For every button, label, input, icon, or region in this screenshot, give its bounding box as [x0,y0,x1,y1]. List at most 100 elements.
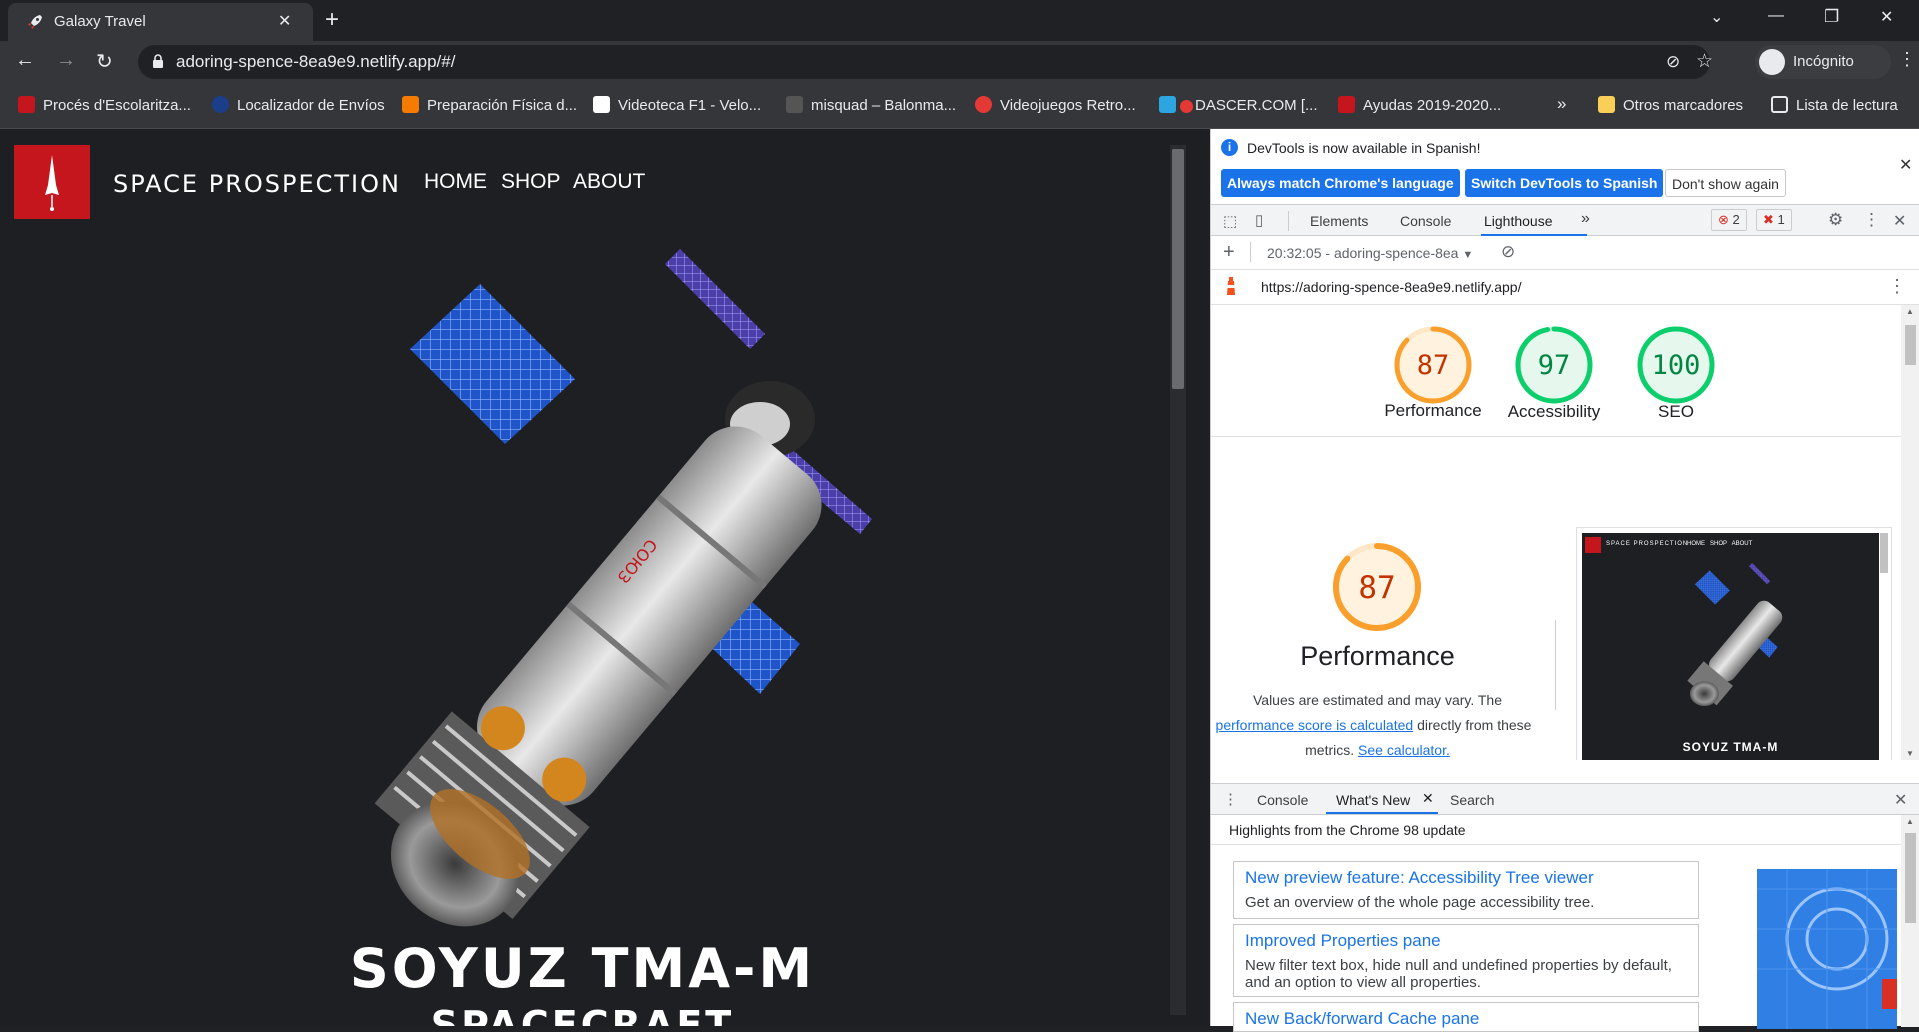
close-devtools-icon[interactable]: ✕ [1893,211,1906,231]
new-report-icon[interactable]: + [1223,241,1235,264]
drawer-menu-icon[interactable]: ⋮ [1223,790,1238,808]
drawer-tab-search[interactable]: Search [1450,792,1494,808]
bookmark-item[interactable]: DASCER.COM [... [1159,96,1318,116]
score-gauge-seo[interactable]: 100 [1636,325,1716,405]
settings-gear-icon[interactable]: ⚙ [1828,210,1843,230]
whats-new-item-title[interactable]: New preview feature: Accessibility Tree … [1245,868,1594,888]
more-bookmarks-icon[interactable]: » [1557,94,1566,114]
divider [1555,620,1556,710]
thumb-title: SOYUZ TMA-M [1682,740,1779,754]
bookmark-item[interactable]: Preparación Física d... [402,96,577,116]
report-scrollbar[interactable]: ▲ ▼ [1901,305,1919,760]
window-close-icon[interactable]: ✕ [1880,7,1893,27]
score-calculated-link[interactable]: performance score is calculated [1216,717,1414,733]
forward-icon[interactable]: → [56,49,76,72]
spacecraft-image: СОЮЗ [374,249,872,927]
whats-new-item-title[interactable]: Improved Properties pane [1245,931,1441,951]
whats-new-item[interactable]: New preview feature: Accessibility Tree … [1233,861,1699,919]
whats-new-item[interactable]: New Back/forward Cache pane [1233,1002,1699,1032]
inspect-element-icon[interactable]: ⬚ [1223,212,1237,230]
drawer-tab-whats-new[interactable]: What's New [1336,792,1410,808]
see-calculator-link[interactable]: See calculator. [1358,742,1450,758]
thumb-logo [1585,537,1601,553]
performance-big-gauge: 87 [1333,543,1421,631]
score-label-accessibility: Accessibility [1507,402,1601,421]
page-scrollbar[interactable] [1165,129,1210,1026]
restore-icon[interactable]: ❐ [1824,7,1839,27]
incognito-profile-button[interactable]: Incógnito [1755,45,1891,79]
close-drawer-icon[interactable]: ✕ [1894,790,1907,810]
tab-console[interactable]: Console [1400,213,1451,229]
bookmark-item[interactable]: Videojuegos Retro... [975,96,1136,116]
bookmark-item[interactable]: Videoteca F1 - Velo... [593,96,761,116]
nav-about[interactable]: ABOUT [573,170,645,194]
dont-show-again-button[interactable]: Don't show again [1665,169,1786,197]
info-icon: i [1221,139,1238,156]
devtools-illustration-icon [1757,869,1897,1029]
bookmark-label: Preparación Física d... [427,97,578,114]
whats-new-banner-image [1757,869,1897,1029]
always-match-language-button[interactable]: Always match Chrome's language [1221,169,1460,197]
issues-counter[interactable]: ✖ 1 [1756,209,1792,231]
whats-new-item[interactable]: Improved Properties pane New filter text… [1233,924,1699,997]
score-gauge-performance[interactable]: 87 [1393,325,1473,405]
infobar-close-icon[interactable]: ✕ [1899,155,1912,175]
bookmark-item[interactable]: Localizador de Envíos [212,96,385,116]
bookmark-label: misquad – Balonma... [811,97,957,114]
drawer-tab-console[interactable]: Console [1257,792,1308,808]
folder-icon [1598,96,1615,113]
back-icon[interactable]: ← [15,49,35,72]
close-tab-icon[interactable]: ✕ [278,11,291,31]
lighthouse-toolbar: + 20:32:05 - adoring-spence-8ea ▼ ⊘ [1211,236,1919,270]
error-counter[interactable]: ⊗ 2 [1711,209,1747,231]
final-screenshot: SPACE PROSPECTION HOME SHOP ABOUT SOYUZ … [1582,533,1879,760]
profile-label: Incógnito [1793,53,1854,70]
bookmark-item[interactable]: misquad – Balonma... [786,96,956,116]
switch-to-spanish-button[interactable]: Switch DevTools to Spanish [1465,169,1664,197]
scroll-down-icon[interactable]: ▼ [1906,749,1914,758]
device-toolbar-icon[interactable]: ▯ [1255,211,1263,229]
bookmark-star-icon[interactable]: ☆ [1696,50,1713,73]
more-tabs-icon[interactable]: » [1581,210,1590,228]
menu-dots-icon[interactable]: ⋮ [1898,49,1916,70]
bookmark-item[interactable]: Ayudas 2019-2020... [1338,96,1501,116]
clear-reports-icon[interactable]: ⊘ [1501,242,1515,262]
score-gauge-accessibility[interactable]: 97 [1514,325,1594,405]
error-icon: ⊗ [1718,212,1729,227]
scrollbar-thumb[interactable] [1905,833,1916,923]
reading-list-button[interactable]: Lista de lectura [1771,96,1898,116]
bookmark-label: Procés d'Escolaritza... [43,97,191,114]
nav-home[interactable]: HOME [424,170,487,194]
bookmark-item[interactable]: Procés d'Escolaritza... [18,96,191,116]
divider [1250,242,1251,262]
devtools-menu-icon[interactable]: ⋮ [1863,210,1880,230]
drawer-scrollbar[interactable]: ▲ [1901,815,1919,1027]
tracking-eye-icon[interactable]: ⊘ [1666,52,1680,72]
tab-search-icon[interactable]: ⌄ [1710,7,1723,27]
thumb-brand: SPACE PROSPECTION [1606,541,1689,547]
nav-shop[interactable]: SHOP [501,170,561,194]
site-brand[interactable]: SPACE PROSPECTION [113,170,401,198]
web-page: SPACE PROSPECTION HOME SHOP ABOUT СОЮЗ S… [0,129,1165,1026]
minimize-icon[interactable]: — [1768,7,1784,25]
report-url[interactable]: https://adoring-spence-8ea9e9.netlify.ap… [1261,279,1521,295]
browser-tab[interactable]: Galaxy Travel ✕ [8,3,313,41]
score-label-performance: Performance [1384,401,1482,420]
tab-lighthouse[interactable]: Lighthouse [1484,213,1553,229]
report-selector[interactable]: 20:32:05 - adoring-spence-8ea ▼ [1267,245,1473,261]
address-bar[interactable]: adoring-spence-8ea9e9.netlify.app/#/ ⊘ ☆ [138,45,1713,79]
final-screenshot-frame[interactable]: SPACE PROSPECTION HOME SHOP ABOUT SOYUZ … [1576,527,1892,760]
new-tab-icon[interactable]: + [325,6,339,34]
scroll-up-icon[interactable]: ▲ [1906,817,1914,826]
tab-elements[interactable]: Elements [1310,213,1368,229]
close-whats-new-icon[interactable]: ✕ [1422,790,1434,807]
whats-new-item-title[interactable]: New Back/forward Cache pane [1245,1009,1479,1029]
site-logo[interactable] [14,145,90,219]
scrollbar-thumb[interactable] [1905,325,1916,365]
report-menu-icon[interactable]: ⋮ [1888,276,1906,297]
scroll-up-icon[interactable]: ▲ [1906,307,1914,316]
scrollbar-thumb[interactable] [1172,149,1184,389]
bookmark-favicon [18,96,35,113]
reload-icon[interactable]: ↻ [96,49,113,74]
other-bookmarks-folder[interactable]: Otros marcadores [1598,96,1743,116]
